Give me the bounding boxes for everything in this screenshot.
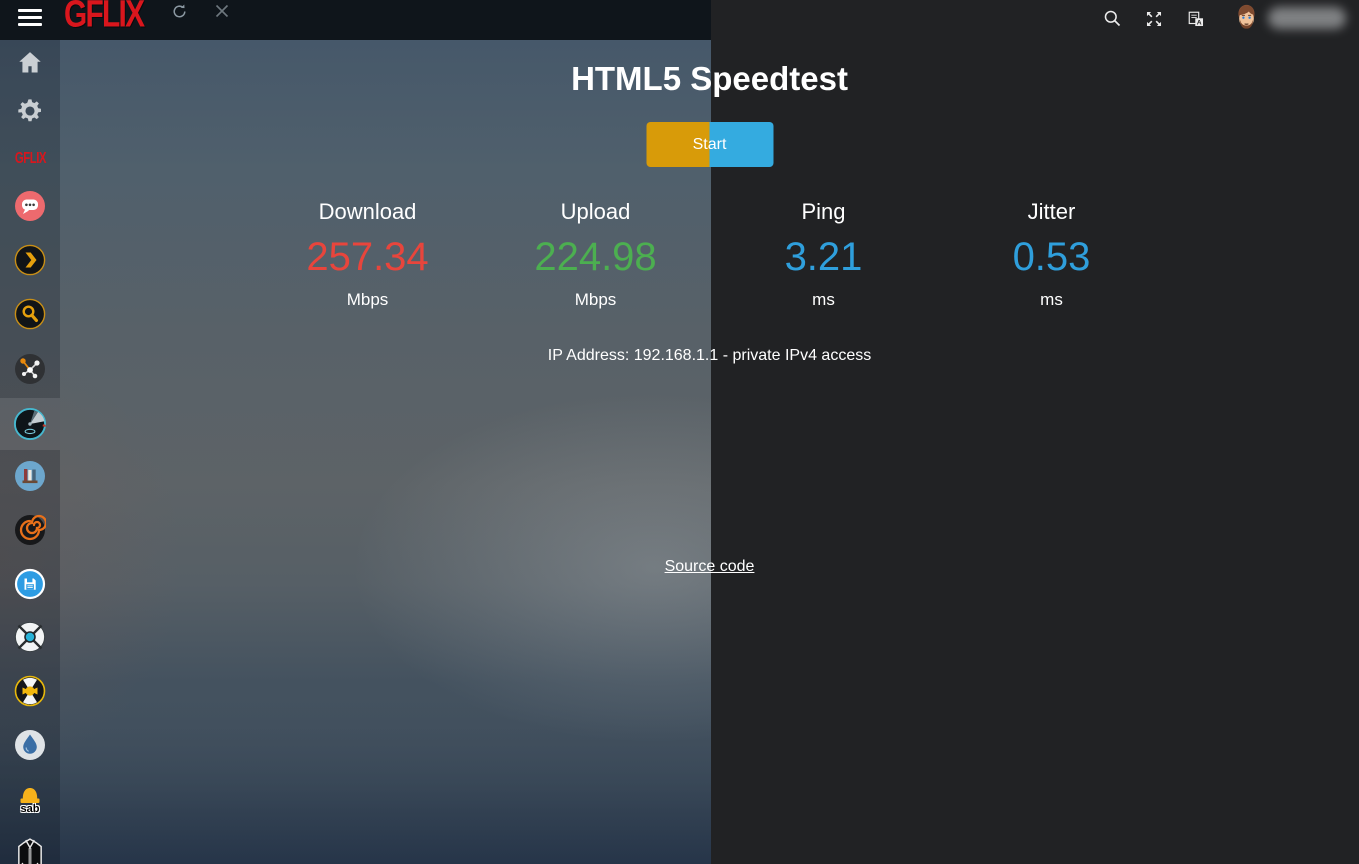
metric-value: 0.53 (938, 232, 1166, 282)
plex-icon (14, 244, 46, 276)
brand-logo[interactable]: GFLIX (64, 0, 143, 37)
metric-unit: Mbps (482, 290, 710, 310)
close-icon[interactable] (214, 3, 230, 19)
metric-value: 257.34 (254, 232, 482, 282)
source-code-link[interactable]: Source code (665, 558, 755, 575)
sidebar-item-floppy[interactable] (0, 568, 60, 600)
user-avatar[interactable] (1231, 2, 1262, 33)
source-code-link-row: Source code (60, 558, 1359, 576)
jackett-icon (13, 837, 47, 864)
metric-download: Download 257.34 Mbps (254, 198, 482, 310)
metric-ping: Ping 3.21 ms (710, 198, 938, 310)
metric-upload: Upload 224.98 Mbps (482, 198, 710, 310)
start-button[interactable]: Start (646, 122, 773, 167)
radarr-icon (14, 675, 46, 707)
metric-label: Download (254, 198, 482, 226)
username-blurred[interactable] (1268, 7, 1346, 29)
speedtest-panel: HTML5 Speedtest Start Download 257.34 Mb… (60, 40, 1359, 864)
metric-value: 3.21 (710, 232, 938, 282)
topbar: GFLIX (0, 0, 711, 40)
sidebar-item-speedtest[interactable] (0, 408, 60, 440)
metric-unit: ms (710, 290, 938, 310)
app-window: GFLIX A (0, 0, 1359, 864)
refresh-icon[interactable] (171, 3, 188, 20)
metric-label: Upload (482, 198, 710, 226)
page-title: HTML5 Speedtest (60, 60, 1359, 98)
metric-value: 224.98 (482, 232, 710, 282)
metric-label: Jitter (938, 198, 1166, 226)
metric-jitter: Jitter 0.53 ms (938, 198, 1166, 310)
sonarr-icon (14, 621, 46, 653)
deluge-drop-icon (14, 729, 46, 761)
bookshelf-icon (14, 460, 46, 492)
sidebar-item-plex[interactable] (0, 244, 60, 276)
search-magnifier-app-icon (14, 298, 46, 330)
svg-text:A: A (1197, 20, 1202, 27)
sidebar-item-jackett[interactable] (0, 837, 60, 864)
metric-unit: ms (938, 290, 1166, 310)
translate-icon[interactable]: A (1187, 10, 1205, 28)
metrics-row: Download 257.34 Mbps Upload 224.98 Mbps … (254, 198, 1166, 310)
sidebar-item-grafana[interactable] (0, 514, 60, 546)
sidebar-item-books[interactable] (0, 460, 60, 492)
sidebar-item-settings[interactable] (0, 95, 60, 127)
speedtest-gauge-icon (13, 407, 47, 441)
sidebar-item-network-graph[interactable] (0, 353, 60, 385)
gflix-mini-logo: GFLIX (14, 149, 45, 167)
metric-label: Ping (710, 198, 938, 226)
chat-bubble-icon (14, 190, 46, 222)
sidebar-item-deluge[interactable] (0, 729, 60, 761)
network-graph-icon (14, 353, 46, 385)
fullscreen-expand-icon[interactable] (1145, 10, 1163, 28)
sidebar-item-home[interactable] (0, 46, 60, 78)
home-icon (16, 48, 44, 76)
sidebar-item-radarr[interactable] (0, 675, 60, 707)
floppy-disk-icon (14, 568, 46, 600)
start-button-label: Start (646, 122, 773, 167)
ip-address-text: IP Address: 192.168.1.1 - private IPv4 a… (60, 347, 1359, 365)
sabnzbd-label: sab (21, 803, 40, 815)
sidebar: GFLIX (0, 40, 60, 864)
sidebar-item-chat[interactable] (0, 190, 60, 222)
sidebar-item-sabnzbd[interactable]: sab (0, 783, 60, 815)
sidebar-item-gflix[interactable]: GFLIX (0, 142, 60, 174)
search-icon[interactable] (1103, 9, 1122, 28)
sidebar-item-sonarr[interactable] (0, 621, 60, 653)
grafana-icon (14, 514, 46, 546)
sidebar-item-search-app[interactable] (0, 298, 60, 330)
settings-gear-icon (16, 97, 44, 125)
memoji-avatar (1231, 2, 1262, 33)
hamburger-menu-icon[interactable] (18, 9, 42, 26)
metric-unit: Mbps (254, 290, 482, 310)
